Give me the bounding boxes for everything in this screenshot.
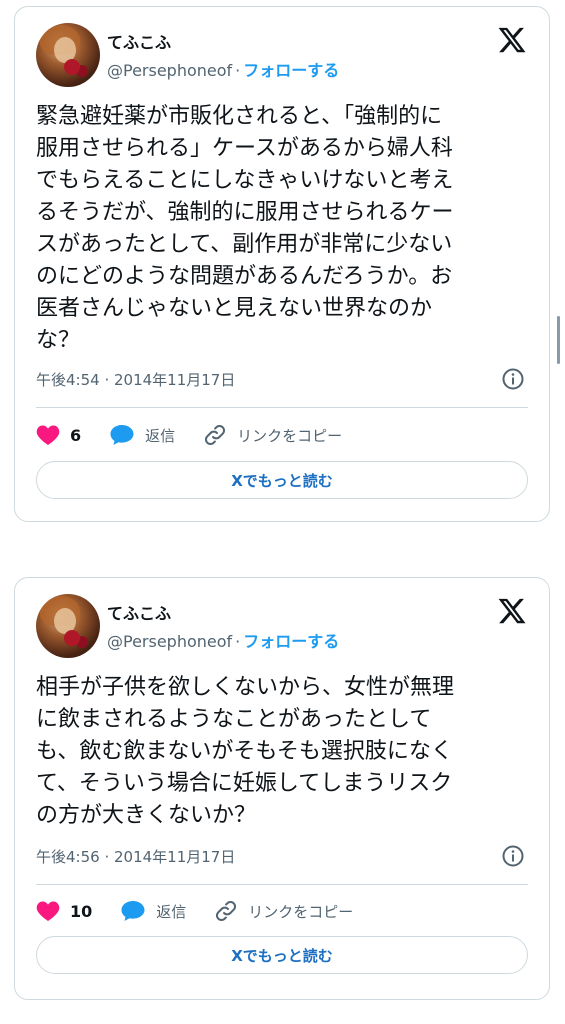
avatar[interactable]	[36, 23, 100, 87]
like-count: 6	[70, 425, 82, 445]
tweet-text: 相手が子供を欲しくないから、女性が無理 に飲まされるようなことがあったとして も…	[36, 675, 455, 828]
separator: ·	[235, 632, 241, 651]
follow-button[interactable]: フォローする	[243, 632, 339, 651]
link-icon	[216, 900, 237, 922]
reply-button[interactable]: 返信	[109, 423, 175, 447]
avatar[interactable]	[36, 594, 100, 658]
like-button[interactable]: 10	[36, 900, 92, 922]
author-handle-line: @Persephoneof · フォローする	[107, 57, 339, 81]
author-name[interactable]: てふこふ	[107, 29, 171, 53]
tweet-actions: 6 返信 リンクをコピー	[36, 420, 528, 450]
copy-link-button[interactable]: リンクをコピー	[214, 899, 353, 923]
tweet-timestamp[interactable]: 午後4:56 · 2014年11月17日	[36, 846, 235, 867]
info-icon[interactable]	[501, 844, 525, 868]
x-logo-icon[interactable]	[497, 25, 527, 55]
divider	[36, 884, 528, 885]
reply-label: 返信	[145, 426, 176, 445]
read-more-button[interactable]: Xでもっと読む	[36, 461, 528, 499]
read-more-button[interactable]: Xでもっと読む	[36, 936, 528, 974]
author-handle-line: @Persephoneof · フォローする	[107, 628, 339, 652]
tweet-timestamp[interactable]: 午後4:54 · 2014年11月17日	[36, 369, 235, 390]
speech-bubble-icon	[121, 901, 145, 921]
author-name[interactable]: てふこふ	[107, 600, 171, 624]
separator: ·	[235, 61, 241, 80]
author-handle[interactable]: @Persephoneof	[107, 61, 232, 80]
link-icon	[205, 424, 226, 446]
tweet-card: てふこふ @Persephoneof · フォローする 相手が子供を欲しくないから、…	[14, 577, 550, 1000]
follow-button[interactable]: フォローする	[243, 61, 339, 80]
copy-link-label: リンクをコピー	[248, 902, 354, 921]
copy-link-button[interactable]: リンクをコピー	[203, 423, 342, 447]
scrollbar[interactable]	[557, 316, 560, 364]
speech-bubble-icon	[110, 425, 134, 445]
author-handle[interactable]: @Persephoneof	[107, 632, 232, 651]
divider	[36, 407, 528, 408]
copy-link-label: リンクをコピー	[237, 426, 343, 445]
info-icon[interactable]	[501, 367, 525, 391]
tweet-card: てふこふ @Persephoneof · フォローする 緊急避妊薬が市販化されると、…	[14, 6, 550, 522]
heart-icon	[36, 425, 60, 445]
tweet-actions: 10 返信 リンクをコピー	[36, 896, 528, 926]
like-count: 10	[70, 901, 93, 921]
reply-button[interactable]: 返信	[120, 899, 186, 923]
heart-icon	[36, 901, 60, 921]
reply-label: 返信	[156, 902, 187, 921]
x-logo-icon[interactable]	[497, 596, 527, 626]
like-button[interactable]: 6	[36, 424, 81, 446]
tweet-text: 緊急避妊薬が市販化されると、「強制的に 服用させられる」ケースがあるから婦人科 …	[36, 104, 454, 353]
